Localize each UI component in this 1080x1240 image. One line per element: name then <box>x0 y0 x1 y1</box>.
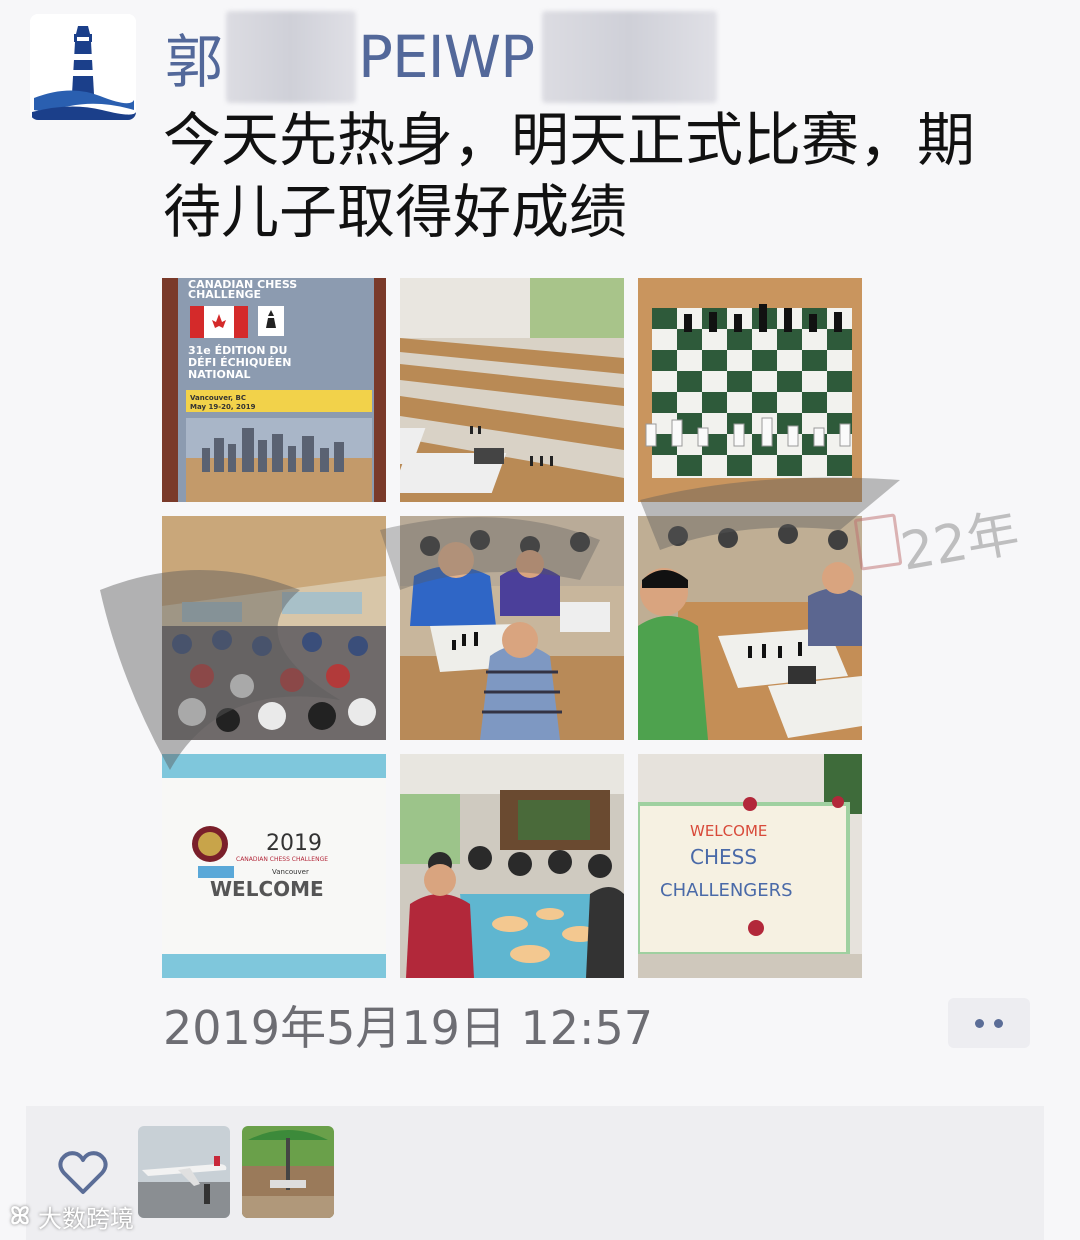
blurred-name-segment <box>226 11 357 103</box>
watermark-logo-icon: ꕤ <box>10 1202 30 1230</box>
post-timestamp: 2019年5月19日 12:57 <box>163 1001 654 1055</box>
author-name-middle: PEIWP <box>358 23 535 91</box>
photo-crowd-hall[interactable] <box>162 516 386 740</box>
like-avatar-airplane[interactable] <box>138 1126 230 1218</box>
photo-welcome-sign[interactable]: 2019 CANADIAN CHESS CHALLENGE Vancouver … <box>162 754 386 978</box>
brochure-line-6: Vancouver, BC <box>190 394 246 402</box>
more-dot-icon <box>975 1018 984 1028</box>
author-name[interactable]: 郭 PEIWP <box>165 11 718 103</box>
photo-cake[interactable]: WELCOME CHESS CHALLENGERS <box>638 754 862 978</box>
photo-grid: CANADIAN CHESS CHALLENGE 31e ÉDITION DU … <box>162 278 862 978</box>
welcome-subtitle: CANADIAN CHESS CHALLENGE <box>236 856 328 863</box>
post-text: 今天先热身，明天正式比赛，期待儿子取得好成绩 <box>163 106 976 246</box>
blurred-name-segment <box>542 11 718 103</box>
welcome-text: WELCOME <box>210 877 324 901</box>
photo-chess-hall[interactable] <box>400 278 624 502</box>
photo-players-2[interactable] <box>638 516 862 740</box>
photo-brochure[interactable]: CANADIAN CHESS CHALLENGE 31e ÉDITION DU … <box>162 278 386 502</box>
welcome-year: 2019 <box>266 831 322 856</box>
heart-icon <box>58 1151 108 1194</box>
welcome-city: Vancouver <box>272 868 309 876</box>
brochure-line-7: May 19-20, 2019 <box>190 403 256 411</box>
more-dot-icon <box>994 1018 1003 1028</box>
watermark-years: 22年 <box>896 503 1024 583</box>
cake-line-3: CHALLENGERS <box>660 880 793 901</box>
photo-players-1[interactable] <box>400 516 624 740</box>
watermark-text: 大数跨境 <box>37 1204 134 1233</box>
lighthouse-icon <box>30 14 136 120</box>
brochure-line-2: CHALLENGE <box>188 288 261 301</box>
watermark-seal <box>853 513 903 571</box>
photo-dining[interactable] <box>400 754 624 978</box>
author-name-prefix: 郭 <box>165 28 223 96</box>
more-options-button[interactable] <box>948 998 1030 1048</box>
photo-chessboard[interactable] <box>638 278 862 502</box>
cake-line-1: WELCOME <box>690 822 767 840</box>
like-avatar-umbrella[interactable] <box>242 1126 334 1218</box>
brochure-line-5: NATIONAL <box>188 368 251 381</box>
author-avatar[interactable] <box>30 14 136 120</box>
source-watermark: ꕤ 大数跨境 <box>0 1196 134 1236</box>
cake-line-2: CHESS <box>690 845 757 869</box>
